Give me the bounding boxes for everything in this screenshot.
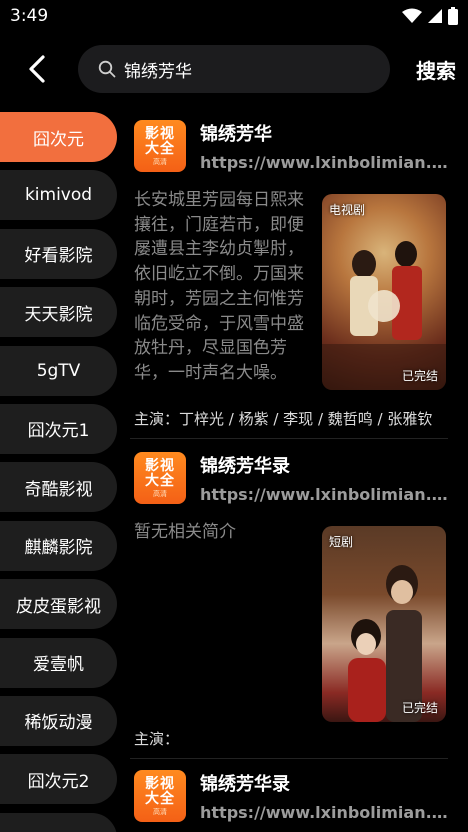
poster-status-badge: 已完结	[401, 369, 438, 383]
poster-art	[322, 241, 446, 390]
sidebar-item-jiongciyuan2[interactable]: 囧次元2	[0, 754, 117, 805]
sidebar-item-5gtv[interactable]: 5gTV	[0, 345, 117, 396]
logo-text-line2: 大全	[145, 472, 175, 489]
sidebar-item-qilin[interactable]: 麒麟影院	[0, 520, 117, 571]
app-logo-icon: 影视 大全 高清	[134, 120, 186, 172]
sidebar-item-aiyifan[interactable]: 爱壹帆	[0, 637, 117, 688]
logo-text-line1: 影视	[145, 457, 175, 474]
top-bar: 锦绣芳华 搜索	[0, 40, 468, 98]
result-url: https://www.lxinbolimian.com	[200, 153, 448, 172]
battery-icon	[448, 7, 458, 25]
search-input[interactable]: 锦绣芳华	[78, 45, 390, 93]
result-description: 暂无相关简介	[134, 522, 236, 542]
sidebar-item-xifan[interactable]: 稀饭动漫	[0, 695, 117, 746]
poster-status-badge: 已完结	[401, 701, 438, 715]
result-url: https://www.lxinbolimian.com	[200, 803, 448, 822]
sidebar-item-haokan[interactable]: 好看影院	[0, 228, 117, 279]
poster-category-tag: 电视剧	[329, 203, 366, 217]
logo-text-line1: 影视	[145, 775, 175, 792]
result-title: 锦绣芳华录	[200, 456, 290, 477]
result-description: 长安城里芳园每日熙来攘往，门庭若市，即便屡遭县主李幼贞掣肘，依旧屹立不倒。万国来…	[134, 190, 304, 383]
sidebar-item-qiku[interactable]: 奇酷影视	[0, 462, 117, 513]
logo-text-line2: 大全	[145, 140, 175, 157]
search-button[interactable]: 搜索	[416, 55, 456, 84]
logo-text-line1: 影视	[145, 125, 175, 142]
result-header: 影视 大全 高清 锦绣芳华录 https://www.lxinbolimian.…	[134, 770, 448, 826]
logo-text-line2: 大全	[145, 790, 175, 807]
status-icons	[402, 7, 458, 25]
result-cast: 主演：丁梓光 / 杨紫 / 李现 / 魏哲鸣 / 张雅钦	[134, 410, 433, 428]
result-card[interactable]: 影视 大全 高清 锦绣芳华录 https://www.lxinbolimian.…	[130, 444, 448, 760]
result-card[interactable]: 影视 大全 高清 锦绣芳华录 https://www.lxinbolimian.…	[130, 762, 448, 832]
result-header: 影视 大全 高清 锦绣芳华录 https://www.lxinbolimian.…	[134, 452, 448, 508]
result-card[interactable]: 影视 大全 高清 锦绣芳华 https://www.lxinbolimian.c…	[130, 112, 448, 439]
poster-image[interactable]: 电视剧 已完结	[322, 194, 446, 390]
app-logo-icon: 影视 大全 高清	[134, 770, 186, 822]
divider	[130, 758, 448, 759]
status-time: 3:49	[10, 6, 49, 26]
result-url: https://www.lxinbolimian.com	[200, 485, 448, 504]
sidebar-item-jiongciyuan1[interactable]: 囧次元1	[0, 403, 117, 454]
sidebar-item-partial[interactable]	[0, 812, 117, 832]
wifi-icon	[402, 8, 422, 23]
sidebar-item-kimivod[interactable]: kimivod	[0, 170, 117, 221]
result-header: 影视 大全 高清 锦绣芳华 https://www.lxinbolimian.c…	[134, 120, 448, 176]
signal-icon	[428, 9, 442, 23]
poster-image[interactable]: 短剧 已完结	[322, 526, 446, 722]
logo-text-line3: 高清	[153, 157, 167, 166]
status-bar: 3:49	[0, 0, 468, 32]
search-query: 锦绣芳华	[124, 61, 192, 82]
sidebar-item-tiantian[interactable]: 天天影院	[0, 287, 117, 338]
source-sidebar: 囧次元 kimivod 好看影院 天天影院 5gTV 囧次元1 奇酷影视 麒麟影…	[0, 112, 117, 832]
search-icon	[98, 60, 116, 78]
result-cast: 主演：	[134, 730, 180, 748]
sidebar-item-pipidan[interactable]: 皮皮蛋影视	[0, 579, 117, 630]
sidebar-item-jiongciyuan[interactable]: 囧次元	[0, 112, 117, 162]
result-title: 锦绣芳华	[200, 124, 272, 145]
logo-text-line3: 高清	[153, 489, 167, 498]
back-arrow-icon[interactable]	[22, 54, 52, 84]
divider	[130, 438, 448, 439]
poster-category-tag: 短剧	[329, 535, 354, 549]
result-title: 锦绣芳华录	[200, 774, 290, 795]
app-logo-icon: 影视 大全 高清	[134, 452, 186, 504]
poster-art	[348, 565, 422, 722]
logo-text-line3: 高清	[153, 807, 167, 816]
